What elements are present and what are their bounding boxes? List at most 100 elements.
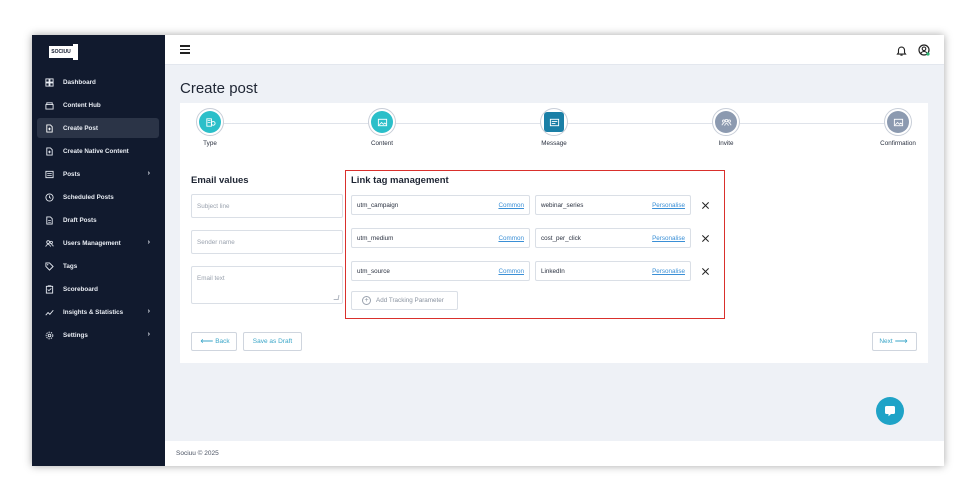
next-button[interactable]: Next ⟶	[872, 332, 917, 351]
plus-circle-icon: +	[362, 296, 371, 305]
message-icon	[544, 112, 564, 132]
link-tag-title: Link tag management	[351, 175, 449, 186]
sidebar-item-create-post[interactable]: Create Post	[37, 118, 159, 138]
email-text-field[interactable]: Email text	[191, 266, 343, 304]
sidebar-item-create-native-content[interactable]: Create Native Content	[37, 141, 159, 161]
sidebar-item-label: Scoreboard	[63, 285, 98, 293]
param-value-field[interactable]: LinkedIn Personalise	[535, 261, 691, 281]
step-label: Confirmation	[880, 140, 916, 147]
sidebar-item-draft-posts[interactable]: Draft Posts	[37, 210, 159, 230]
logo[interactable]: SOCIUU	[49, 44, 79, 62]
chevron-right-icon: ›	[147, 308, 150, 315]
arrow-left-icon: ⟵	[200, 336, 214, 346]
sidebar-item-label: Dashboard	[63, 78, 96, 86]
step-invite[interactable]: Invite	[696, 108, 756, 147]
sidebar-item-insights-statistics[interactable]: Insights & Statistics ›	[37, 302, 159, 322]
email-text-placeholder: Email text	[197, 275, 225, 282]
chevron-right-icon: ›	[147, 239, 150, 246]
footer-copyright: Sociuu © 2025	[176, 450, 219, 457]
param-key-field[interactable]: utm_medium Common	[351, 228, 530, 248]
common-link[interactable]: Common	[498, 202, 524, 209]
sidebar-item-label: Create Post	[63, 124, 98, 132]
main-content: Create post Type Content Message Invite Conf…	[165, 65, 944, 441]
save-draft-label: Save as Draft	[252, 338, 293, 345]
sidebar-item-label: Create Native Content	[63, 147, 129, 155]
step-message[interactable]: Message	[524, 108, 584, 147]
save-draft-button[interactable]: Save as Draft	[243, 332, 302, 351]
sidebar-item-scoreboard[interactable]: Scoreboard	[37, 279, 159, 299]
close-icon[interactable]	[699, 232, 711, 244]
step-label: Invite	[718, 140, 734, 147]
tag-icon	[45, 261, 54, 271]
resize-handle-icon[interactable]	[333, 295, 340, 300]
sidebar-item-label: Users Management	[63, 239, 121, 247]
bell-icon[interactable]	[896, 44, 907, 56]
sidebar-item-scheduled-posts[interactable]: Scheduled Posts	[37, 187, 159, 207]
step-label: Content	[370, 140, 394, 147]
add-tracking-parameter-button[interactable]: + Add Tracking Parameter	[351, 291, 458, 310]
draft-icon	[45, 215, 54, 225]
chevron-right-icon: ›	[147, 170, 150, 177]
posts-icon	[45, 170, 54, 179]
users-icon	[45, 239, 54, 248]
user-account-icon[interactable]	[918, 43, 930, 56]
step-confirmation[interactable]: Confirmation	[868, 108, 928, 147]
hamburger-menu-icon[interactable]	[180, 45, 190, 54]
subject-line-field[interactable]: Subject line	[191, 194, 343, 218]
step-circle	[712, 108, 740, 136]
arrow-right-icon: ⟶	[894, 336, 908, 346]
sidebar-item-content-hub[interactable]: Content Hub	[37, 95, 159, 115]
close-icon[interactable]	[699, 199, 711, 211]
personalise-link[interactable]: Personalise	[652, 268, 685, 275]
create-post-card: Type Content Message Invite Confirmation Ema…	[180, 103, 928, 363]
param-key-value: utm_medium	[357, 234, 394, 242]
common-link[interactable]: Common	[498, 268, 524, 275]
sidebar-item-posts[interactable]: Posts ›	[37, 164, 159, 184]
clock-icon	[45, 192, 54, 202]
sidebar-item-label: Draft Posts	[63, 216, 97, 224]
gear-icon	[45, 331, 54, 340]
sidebar-item-label: Settings	[63, 331, 88, 339]
create-post-icon	[45, 123, 54, 133]
sidebar-item-label: Insights & Statistics	[63, 308, 124, 316]
footer: Sociuu © 2025	[165, 441, 944, 466]
step-content[interactable]: Content	[352, 108, 412, 147]
chart-icon	[45, 308, 54, 317]
step-label: Type	[203, 140, 217, 147]
chat-bubble-button[interactable]	[876, 397, 904, 425]
sidebar-item-settings[interactable]: Settings ›	[37, 325, 159, 345]
confirmation-icon	[887, 111, 909, 133]
megaphone-icon	[73, 44, 78, 60]
chat-icon	[885, 406, 895, 417]
personalise-link[interactable]: Personalise	[652, 202, 685, 209]
dashboard-icon	[45, 77, 54, 87]
sidebar-item-label: Posts	[63, 170, 81, 178]
back-button[interactable]: ⟵ Back	[191, 332, 237, 351]
sidebar: SOCIUU Dashboard Content Hub Create Post Cr…	[32, 35, 165, 466]
type-icon	[199, 111, 221, 133]
param-key-value: utm_campaign	[357, 201, 399, 209]
tracking-param-row: utm_source Common LinkedIn Personalise	[351, 261, 721, 281]
sender-name-field[interactable]: Sender name	[191, 230, 343, 254]
logo-text: SOCIUU	[49, 46, 73, 58]
page-title: Create post	[180, 80, 258, 97]
personalise-link[interactable]: Personalise	[652, 235, 685, 242]
sidebar-item-dashboard[interactable]: Dashboard	[37, 72, 159, 92]
invite-users-icon	[715, 111, 737, 133]
sidebar-item-users-management[interactable]: Users Management ›	[37, 233, 159, 253]
sidebar-item-tags[interactable]: Tags	[37, 256, 159, 276]
link-tag-management-panel: Link tag management utm_campaign Common we…	[345, 170, 725, 319]
param-value-field[interactable]: cost_per_click Personalise	[535, 228, 691, 248]
back-label: Back	[215, 338, 230, 345]
param-key-field[interactable]: utm_campaign Common	[351, 195, 530, 215]
param-key-value: utm_source	[357, 267, 390, 275]
param-value-field[interactable]: webinar_series Personalise	[535, 195, 691, 215]
param-key-field[interactable]: utm_source Common	[351, 261, 530, 281]
sidebar-item-label: Tags	[63, 262, 78, 270]
common-link[interactable]: Common	[498, 235, 524, 242]
scoreboard-icon	[45, 284, 54, 294]
step-type[interactable]: Type	[180, 108, 240, 147]
close-icon[interactable]	[699, 265, 711, 277]
param-value-text: cost_per_click	[541, 234, 581, 242]
param-value-text: webinar_series	[541, 201, 584, 209]
